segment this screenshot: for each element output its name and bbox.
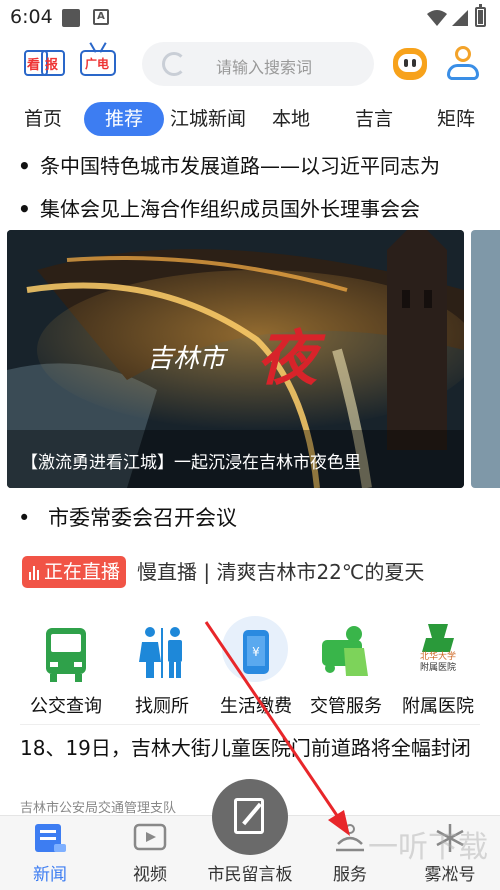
tab-jiyan[interactable]: 吉言 — [355, 102, 393, 136]
bullet: • — [18, 506, 31, 530]
kanbao-button[interactable]: 看 报 — [24, 46, 66, 78]
guangdian-label: 广电 — [85, 57, 110, 71]
news-icon — [35, 824, 66, 852]
live-stream-title[interactable]: 慢直播 | 清爽吉林市22℃的夏天 — [137, 556, 424, 588]
message-board-button[interactable] — [212, 779, 288, 855]
bullet: • — [18, 154, 31, 178]
svg-text:¥: ¥ — [252, 645, 260, 659]
guangdian-button[interactable]: 广电 — [78, 42, 118, 80]
wifi-icon — [427, 10, 447, 26]
headline-item[interactable]: • 集体会见上海合作组织成员国外长理事会会 — [18, 191, 500, 227]
hospital-logo-icon: 北华大学 附属医院 — [408, 618, 468, 686]
banner-logo-big: 夜 — [257, 324, 317, 394]
news-item[interactable]: • 市委常委会召开会议 — [18, 500, 237, 536]
kan-label: 看 — [27, 58, 41, 73]
tab-matrix[interactable]: 矩阵 — [437, 102, 475, 136]
tab-jiangcheng-news[interactable]: 江城新闻 — [170, 102, 246, 136]
notification-square-icon — [62, 9, 80, 27]
live-badge-label: 正在直播 — [44, 561, 121, 583]
nav-label: 市民留言板 — [207, 865, 293, 885]
search-placeholder: 请输入搜索词 — [216, 58, 313, 77]
hospital-logo-bottom: 附属医院 — [419, 663, 456, 673]
category-tabs: 首页 推荐 江城新闻 本地 吉言 矩阵 — [0, 96, 500, 142]
bus-icon — [46, 628, 86, 682]
robot-assistant-icon[interactable] — [393, 48, 427, 80]
traffic-police-icon — [322, 626, 368, 676]
signal-icon — [452, 10, 468, 26]
nav-label: 新闻 — [33, 865, 67, 885]
service-find-toilet[interactable]: 找厕所 — [114, 612, 210, 722]
nav-label: 视频 — [133, 865, 167, 885]
nav-video[interactable]: 视频 — [100, 816, 200, 890]
app-header: 看 报 广电 请输入搜索词 — [0, 36, 500, 92]
hospital-logo-top: 北华大学 — [419, 652, 456, 662]
banner-logo-text: 吉林市 — [147, 344, 226, 374]
service-life-payment[interactable]: ¥ 生活缴费 — [208, 612, 304, 722]
bao-label: 报 — [45, 58, 59, 73]
search-icon — [162, 52, 186, 76]
service-label: 生活缴费 — [220, 696, 292, 717]
toilet-icon — [139, 627, 182, 678]
news-article-source: 吉林市公安局交通管理支队 — [20, 801, 177, 816]
news-item-text: 市委常委会召开会议 — [48, 506, 237, 530]
a-notification-icon: A — [93, 9, 109, 25]
service-label: 附属医院 — [402, 696, 474, 717]
tab-local[interactable]: 本地 — [272, 102, 310, 136]
service-label: 找厕所 — [135, 696, 189, 717]
video-icon — [133, 823, 167, 851]
tab-recommend[interactable]: 推荐 — [84, 102, 164, 136]
banner-caption: 【激流勇进看江城】一起沉浸在吉林市夜色里 — [21, 453, 361, 473]
search-input[interactable]: 请输入搜索词 — [142, 42, 374, 86]
headline-text: 集体会见上海合作组织成员国外长理事会会 — [40, 197, 420, 221]
headline-text: 条中国特色城市发展道路——以习近平同志为 — [40, 154, 440, 178]
watermark: 一听下载 — [368, 830, 488, 865]
service-label: 交管服务 — [310, 696, 382, 717]
battery-icon — [475, 4, 486, 27]
live-badge[interactable]: 正在直播 — [22, 556, 126, 588]
status-time: 6:04 — [10, 6, 53, 28]
divider — [20, 724, 480, 725]
service-bus-query[interactable]: 公交查询 — [18, 612, 114, 722]
service-label: 公交查询 — [30, 696, 102, 717]
status-bar: 6:04 A — [0, 0, 500, 36]
news-article-title[interactable]: 18、19日，吉林大街儿童医院门前道路将全幅封闭 — [20, 732, 480, 765]
headline-item[interactable]: • 条中国特色城市发展道路——以习近平同志为 — [18, 148, 500, 184]
service-affiliated-hospital[interactable]: 北华大学 附属医院 附属医院 — [390, 612, 486, 722]
next-banner-peek[interactable] — [471, 230, 500, 488]
phone-payment-icon: ¥ — [243, 630, 269, 674]
live-bars-icon — [29, 566, 41, 580]
featured-banner[interactable]: 吉林市 夜 【激流勇进看江城】一起沉浸在吉林市夜色里 — [7, 230, 464, 488]
service-icon — [336, 824, 364, 852]
tab-home[interactable]: 首页 — [24, 102, 62, 136]
nav-news[interactable]: 新闻 — [0, 816, 100, 890]
service-traffic-management[interactable]: 交管服务 — [298, 612, 394, 722]
user-profile-icon[interactable] — [445, 44, 481, 82]
bullet: • — [18, 197, 31, 221]
